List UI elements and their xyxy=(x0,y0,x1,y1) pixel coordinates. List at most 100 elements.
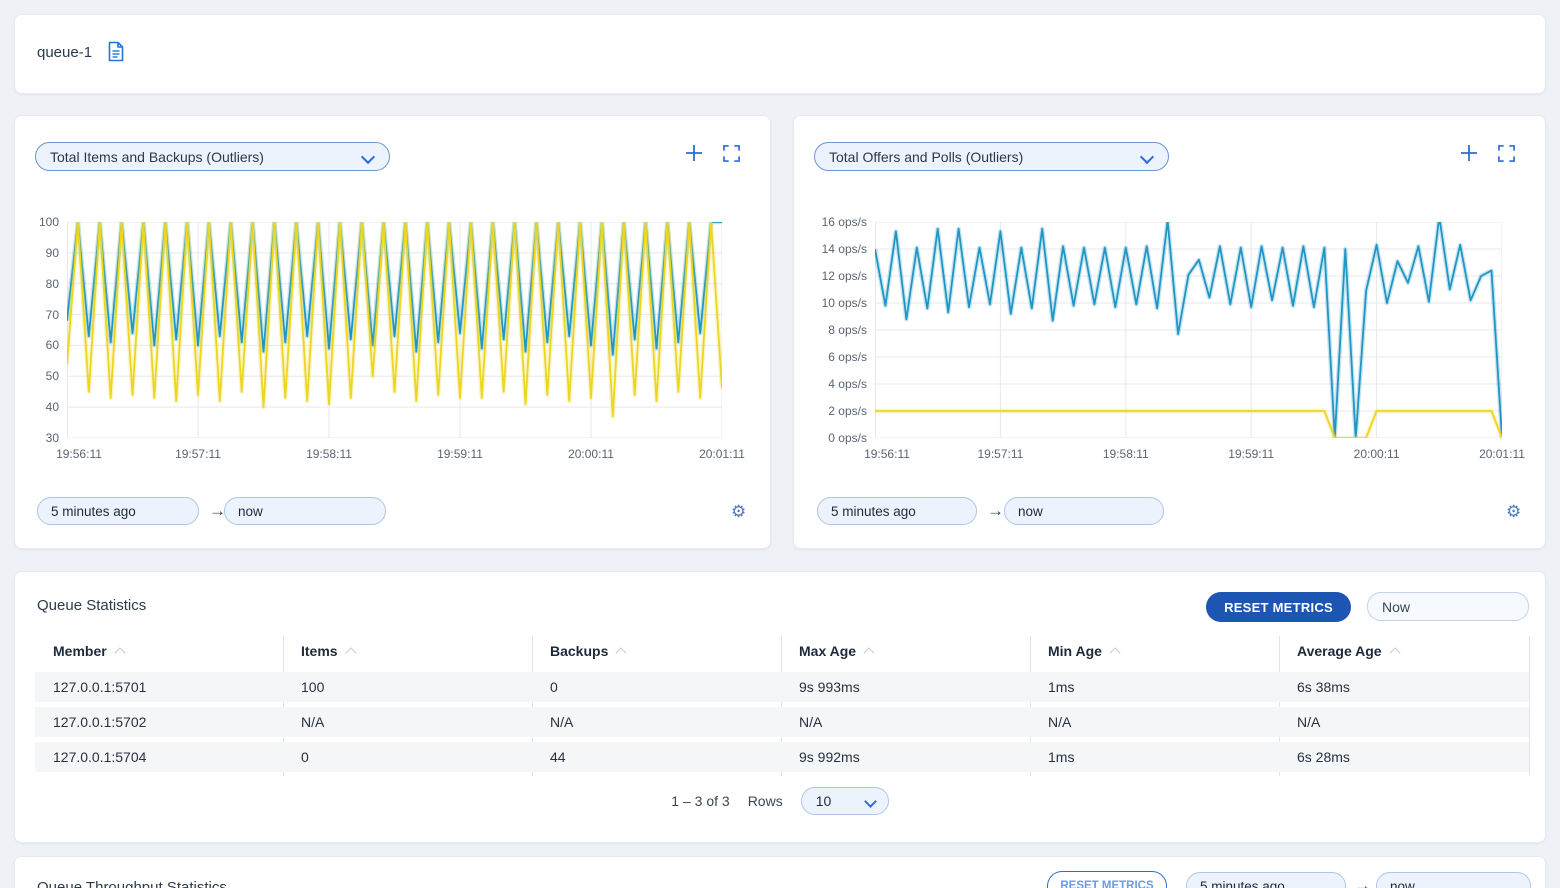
y-axis-tick-label: 10 ops/s xyxy=(811,296,867,310)
y-axis-tick-label: 90 xyxy=(3,246,59,260)
items-backups-chart-panel: Total Items and Backups (Outliers) 5 min… xyxy=(14,115,771,549)
y-axis-tick-label: 12 ops/s xyxy=(811,269,867,283)
column-header-max-age[interactable]: Max Age xyxy=(781,636,1030,666)
queue-header-card: queue-1 xyxy=(14,14,1546,94)
cell-backups: 44 xyxy=(532,742,781,772)
y-axis-tick-label: 14 ops/s xyxy=(811,242,867,256)
items-backups-line-chart xyxy=(67,222,722,438)
y-axis-tick-label: 80 xyxy=(3,277,59,291)
x-axis-tick-label: 19:58:11 xyxy=(1086,447,1166,461)
sort-icon xyxy=(114,647,125,658)
x-axis-tick-label: 20:01:11 xyxy=(682,447,762,461)
cell-average-age: 6s 38ms xyxy=(1279,672,1529,702)
offers-polls-line-chart xyxy=(875,222,1502,438)
cell-max-age: 9s 993ms xyxy=(781,672,1030,702)
cell-items: N/A xyxy=(283,707,532,737)
cell-items: 100 xyxy=(283,672,532,702)
x-axis-tick-label: 19:56:11 xyxy=(847,447,927,461)
cell-min-age: 1ms xyxy=(1030,742,1279,772)
cell-max-age: N/A xyxy=(781,707,1030,737)
chevron-down-icon xyxy=(361,150,375,164)
gear-icon[interactable]: ⚙ xyxy=(731,503,746,520)
column-header-member[interactable]: Member xyxy=(35,636,283,666)
y-axis-tick-label: 60 xyxy=(3,338,59,352)
x-axis-tick-label: 19:59:11 xyxy=(420,447,500,461)
rows-per-page-select[interactable]: 10 xyxy=(801,787,889,815)
cell-member: 127.0.0.1:5701 xyxy=(35,672,283,702)
fullscreen-icon[interactable] xyxy=(1498,145,1515,167)
cell-average-age: 6s 28ms xyxy=(1279,742,1529,772)
table-row[interactable]: 127.0.0.1:5704 0 44 9s 992ms 1ms 6s 28ms xyxy=(35,742,1529,772)
time-to-input[interactable]: now xyxy=(1376,872,1531,888)
metric-select[interactable]: Total Items and Backups (Outliers) xyxy=(35,142,390,171)
time-from-input[interactable]: 5 minutes ago xyxy=(817,497,977,525)
add-chart-icon[interactable] xyxy=(685,144,703,167)
cell-max-age: 9s 992ms xyxy=(781,742,1030,772)
reset-metrics-button[interactable]: RESET METRICS xyxy=(1206,592,1351,622)
reset-metrics-button[interactable]: RESET METRICS xyxy=(1047,871,1167,888)
time-from-input[interactable]: 5 minutes ago xyxy=(1186,872,1346,888)
cell-backups: N/A xyxy=(532,707,781,737)
pagination-range: 1 – 3 of 3 xyxy=(671,793,729,809)
chevron-down-icon xyxy=(1140,150,1154,164)
time-to-input[interactable]: now xyxy=(224,497,386,525)
cell-min-age: N/A xyxy=(1030,707,1279,737)
time-to-input[interactable]: now xyxy=(1004,497,1164,525)
cell-backups: 0 xyxy=(532,672,781,702)
table-row[interactable]: 127.0.0.1:5701 100 0 9s 993ms 1ms 6s 38m… xyxy=(35,672,1529,702)
pagination: 1 – 3 of 3 Rows 10 xyxy=(15,787,1545,815)
metric-select-value: Total Offers and Polls (Outliers) xyxy=(829,149,1023,165)
cell-member: 127.0.0.1:5702 xyxy=(35,707,283,737)
table-row[interactable]: 127.0.0.1:5702 N/A N/A N/A N/A N/A xyxy=(35,707,1529,737)
sort-icon xyxy=(616,647,627,658)
cell-items: 0 xyxy=(283,742,532,772)
document-icon[interactable] xyxy=(107,41,125,67)
y-axis-tick-label: 2 ops/s xyxy=(811,404,867,418)
chevron-down-icon xyxy=(864,795,877,808)
sort-icon xyxy=(863,647,874,658)
x-axis-tick-label: 19:57:11 xyxy=(960,447,1040,461)
time-travel-input[interactable]: Now xyxy=(1367,592,1529,621)
column-header-items[interactable]: Items xyxy=(283,636,532,666)
sort-icon xyxy=(345,647,356,658)
y-axis-tick-label: 100 xyxy=(3,215,59,229)
y-axis-tick-label: 6 ops/s xyxy=(811,350,867,364)
y-axis-tick-label: 4 ops/s xyxy=(811,377,867,391)
x-axis-tick-label: 19:57:11 xyxy=(158,447,238,461)
rows-per-page-value: 10 xyxy=(816,793,832,809)
section-title: Queue Statistics xyxy=(37,597,146,614)
cell-member: 127.0.0.1:5704 xyxy=(35,742,283,772)
queue-statistics-panel: Queue Statistics RESET METRICS Now Membe… xyxy=(14,571,1546,843)
rows-per-page-label: Rows xyxy=(748,793,783,809)
column-header-min-age[interactable]: Min Age xyxy=(1030,636,1279,666)
column-divider xyxy=(1529,636,1530,776)
y-axis-tick-label: 8 ops/s xyxy=(811,323,867,337)
section-title: Queue Throughput Statistics xyxy=(37,879,227,888)
column-header-average-age[interactable]: Average Age xyxy=(1279,636,1529,666)
fullscreen-icon[interactable] xyxy=(723,145,740,167)
metric-select-value: Total Items and Backups (Outliers) xyxy=(50,149,264,165)
metric-select[interactable]: Total Offers and Polls (Outliers) xyxy=(814,142,1169,171)
queue-throughput-panel: Queue Throughput Statistics RESET METRIC… xyxy=(14,856,1546,888)
y-axis-tick-label: 30 xyxy=(3,431,59,445)
y-axis-tick-label: 50 xyxy=(3,369,59,383)
arrow-right-icon: → xyxy=(987,501,1004,521)
arrow-right-icon: → xyxy=(1354,876,1371,888)
x-axis-tick-label: 19:56:11 xyxy=(39,447,119,461)
time-from-input[interactable]: 5 minutes ago xyxy=(37,497,199,525)
column-header-backups[interactable]: Backups xyxy=(532,636,781,666)
offers-polls-chart-panel: Total Offers and Polls (Outliers) 5 minu… xyxy=(793,115,1546,549)
page-title: queue-1 xyxy=(37,44,92,61)
x-axis-tick-label: 20:01:11 xyxy=(1462,447,1542,461)
y-axis-tick-label: 16 ops/s xyxy=(811,215,867,229)
y-axis-tick-label: 40 xyxy=(3,400,59,414)
sort-icon xyxy=(1109,647,1120,658)
x-axis-tick-label: 19:58:11 xyxy=(289,447,369,461)
gear-icon[interactable]: ⚙ xyxy=(1506,503,1521,520)
y-axis-tick-label: 70 xyxy=(3,308,59,322)
x-axis-tick-label: 20:00:11 xyxy=(1337,447,1417,461)
sort-icon xyxy=(1389,647,1400,658)
x-axis-tick-label: 20:00:11 xyxy=(551,447,631,461)
y-axis-tick-label: 0 ops/s xyxy=(811,431,867,445)
add-chart-icon[interactable] xyxy=(1460,144,1478,167)
